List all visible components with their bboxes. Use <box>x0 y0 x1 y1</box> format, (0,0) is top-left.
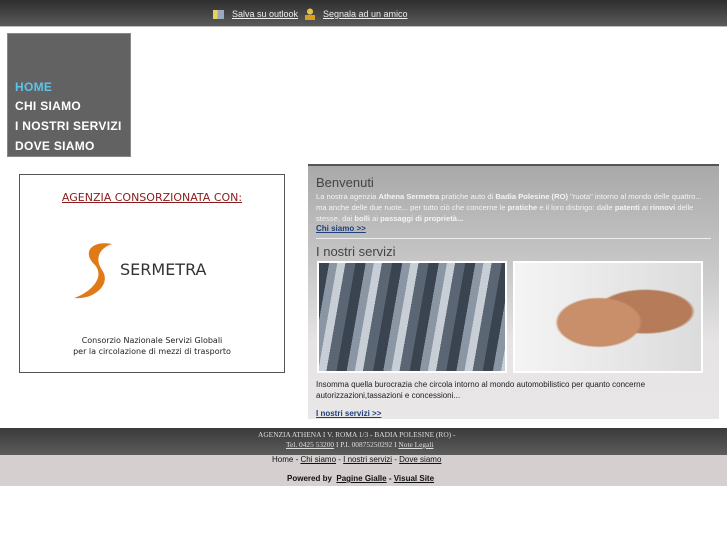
pagine-gialle-link[interactable]: Pagine Gialle <box>336 474 386 483</box>
banner-heading: AGENZIA CONSORZIONATA CON: <box>61 191 243 204</box>
footer-nav: Home - Chi siamo - I nostri servizi - Do… <box>0 455 727 486</box>
brand-name: SERMETRA <box>120 260 207 279</box>
content-panel: Benvenuti La nostra agenzia Athena Serme… <box>308 164 719 419</box>
sermetra-s-logo-icon <box>74 243 112 299</box>
chi-siamo-link[interactable]: Chi siamo >> <box>316 224 366 233</box>
footer-dove-siamo[interactable]: Dove siamo <box>399 455 441 464</box>
welcome-title: Benvenuti <box>316 175 374 190</box>
visual-site-link[interactable]: Visual Site <box>394 474 434 483</box>
person-icon <box>305 8 315 20</box>
legal-link[interactable]: Note Legali <box>398 440 433 449</box>
welcome-text: La nostra agenzia Athena Sermetra pratic… <box>316 192 702 223</box>
nav-home[interactable]: HOME <box>15 80 52 94</box>
phone-link[interactable]: Tel. 0425 53200 <box>286 440 334 449</box>
handshake-photo <box>513 261 703 373</box>
divider <box>316 238 711 239</box>
footer-info: AGENZIA ATHENA I V. ROMA 1/3 - BADIA POL… <box>0 428 727 455</box>
cars-photo <box>317 261 507 373</box>
footer-home[interactable]: Home <box>272 455 293 464</box>
main-nav: HOME CHI SIAMO I NOSTRI SERVIZI DOVE SIA… <box>7 33 131 157</box>
footer-chi-siamo[interactable]: Chi siamo <box>300 455 336 464</box>
footer-servizi[interactable]: I nostri servizi <box>343 455 392 464</box>
banner-subtitle: Consorzio Nazionale Servizi Globali per l… <box>73 336 231 356</box>
nav-chi-siamo[interactable]: CHI SIAMO <box>15 99 81 113</box>
nav-dove-siamo[interactable]: DOVE SIAMO <box>15 139 95 153</box>
nav-servizi[interactable]: I NOSTRI SERVIZI <box>15 119 122 133</box>
services-text: Insomma quella burocrazia che circola in… <box>316 380 646 400</box>
services-title: I nostri servizi <box>316 244 396 259</box>
top-bar: Salva su outlook Segnala ad un amico <box>0 0 727 27</box>
recommend-friend-link[interactable]: Segnala ad un amico <box>305 8 408 20</box>
outlook-icon <box>213 9 224 19</box>
servizi-link[interactable]: I nostri servizi >> <box>316 409 381 418</box>
save-outlook-link[interactable]: Salva su outlook <box>213 9 298 19</box>
sermetra-banner: AGENZIA CONSORZIONATA CON: SERMETRA Cons… <box>19 174 285 373</box>
